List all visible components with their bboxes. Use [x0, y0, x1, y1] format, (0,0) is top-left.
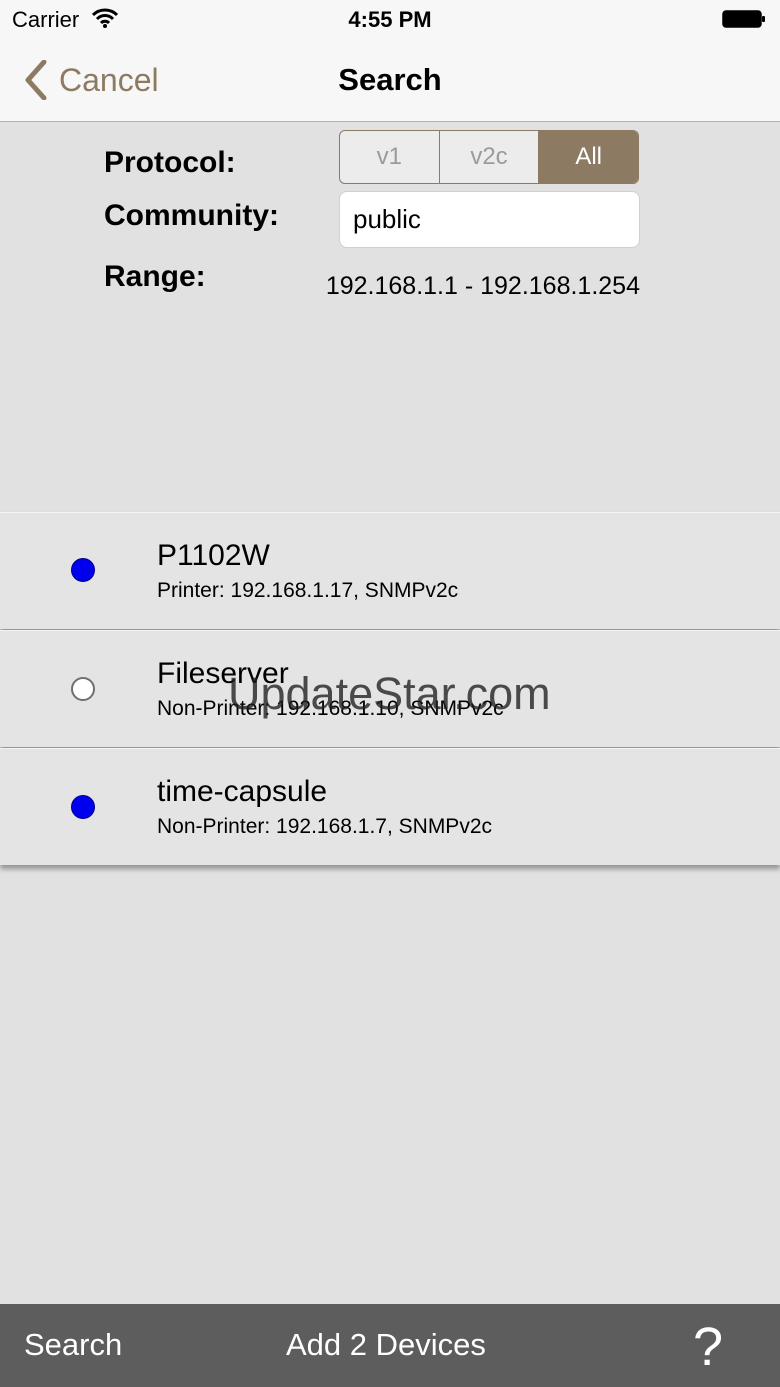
battery-icon	[722, 10, 765, 28]
device-name: time-capsule	[157, 775, 328, 808]
device-detail: Non-Printer: 192.168.1.7, SNMPv2c	[157, 815, 492, 838]
unselected-radio-icon[interactable]	[71, 677, 95, 701]
protocol-segmented-control[interactable]: v1 v2c All	[339, 130, 639, 184]
help-button[interactable]: ?	[693, 1316, 723, 1378]
search-button[interactable]: Search	[24, 1327, 122, 1363]
protocol-label: Protocol:	[104, 146, 236, 179]
protocol-option-v2c[interactable]: v2c	[440, 131, 540, 183]
clock: 4:55 PM	[348, 7, 432, 32]
add-devices-button[interactable]: Add 2 Devices	[286, 1327, 486, 1363]
navigation-bar: Cancel Search	[0, 40, 780, 122]
device-detail: Printer: 192.168.1.17, SNMPv2c	[157, 579, 459, 602]
selected-radio-icon[interactable]	[71, 558, 95, 582]
device-row-fileserver[interactable]: Fileserver Non-Printer: 192.168.1.10, SN…	[0, 630, 780, 747]
community-label: Community:	[104, 199, 279, 232]
range-label: Range:	[104, 260, 206, 293]
device-detail: Non-Printer: 192.168.1.10, SNMPv2c	[157, 697, 504, 720]
device-name: P1102W	[157, 539, 270, 572]
device-row-p1102w[interactable]: P1102W Printer: 192.168.1.17, SNMPv2c	[0, 512, 780, 629]
protocol-option-v1[interactable]: v1	[340, 131, 440, 183]
protocol-option-all[interactable]: All	[539, 131, 638, 183]
range-value: 192.168.1.1 - 192.168.1.254	[325, 272, 640, 300]
device-row-time-capsule[interactable]: time-capsule Non-Printer: 192.168.1.7, S…	[0, 748, 780, 865]
bottom-toolbar: Search Add 2 Devices ?	[0, 1304, 780, 1387]
page-title: Search	[338, 62, 442, 97]
selected-radio-icon[interactable]	[71, 795, 95, 819]
device-name: Fileserver	[157, 657, 289, 690]
community-field[interactable]	[339, 191, 640, 248]
status-bar: Carrier 4:55 PM	[0, 0, 780, 40]
